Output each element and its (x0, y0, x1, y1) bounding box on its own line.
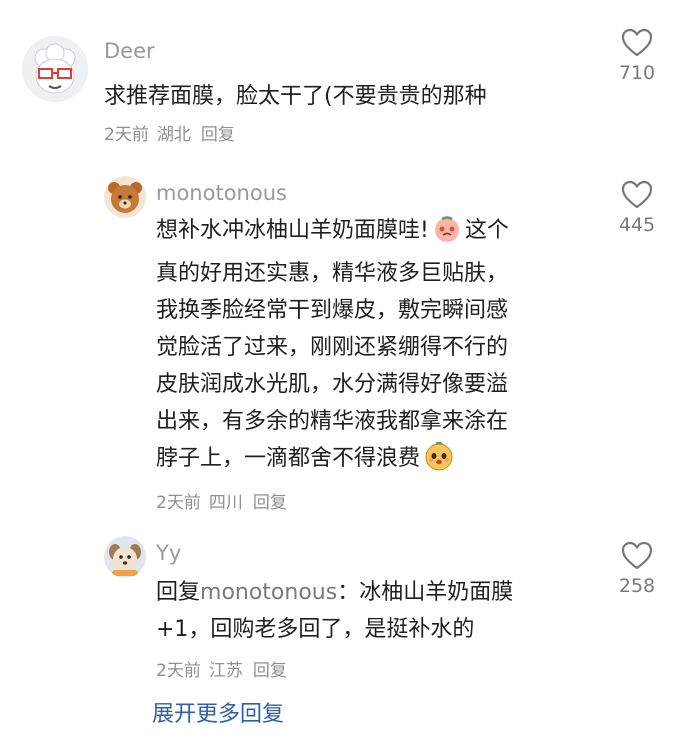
tearful-emoji-icon (424, 441, 454, 483)
comment-text-line: 想补水冲冰柚山羊奶面膜哇! (156, 218, 429, 243)
reply-button[interactable]: 回复 (201, 125, 235, 145)
comment-text: 回复monotonous：冰柚山羊奶面膜 +1，回购老多回了，是挺补水的 (156, 574, 576, 648)
comment-time: 2天前 (156, 493, 201, 513)
avatar[interactable] (104, 536, 146, 578)
sheep-avatar-icon (22, 36, 88, 102)
avatar[interactable] (104, 176, 146, 218)
avatar[interactable] (22, 36, 88, 102)
comment-time: 2天前 (104, 125, 149, 145)
comment-text: 想补水冲冰柚山羊奶面膜哇! 这个 真的好用还实惠，精华液多巨贴肤， 我换季脸经常干… (156, 212, 576, 483)
comment-time: 2天前 (156, 661, 201, 681)
heart-outline-icon (621, 541, 653, 570)
comment-meta: 2天前 四川 回复 (156, 488, 295, 513)
like-count: 710 (618, 62, 656, 84)
puppy-avatar-icon (104, 536, 146, 578)
comment-text-line: 皮肤润成水光肌，水分满得好像要溢 (156, 372, 509, 397)
reply-to-username[interactable]: monotonous (200, 580, 337, 605)
comment-username[interactable]: monotonous (156, 181, 287, 205)
reply-button[interactable]: 回复 (253, 661, 287, 681)
like-button[interactable]: 445 (615, 180, 659, 236)
heart-outline-icon (621, 28, 653, 57)
comment-meta: 2天前 湖北 回复 (104, 120, 243, 145)
blushing-emoji-icon (433, 215, 461, 255)
like-count: 258 (618, 575, 656, 597)
like-count: 445 (618, 214, 656, 236)
comment-location: 江苏 (208, 661, 243, 681)
comment-text-line: 脖子上，一滴都舍不得浪费 (156, 446, 421, 471)
comment-username[interactable]: Deer (104, 39, 155, 63)
comment-text-line: 觉脸活了过来，刚刚还紧绷得不行的 (156, 335, 509, 360)
heart-outline-icon (621, 180, 653, 209)
like-button[interactable]: 710 (615, 28, 659, 84)
comment-location: 四川 (208, 493, 243, 513)
reply-button[interactable]: 回复 (253, 493, 287, 513)
reply-prefix: 回复 (156, 580, 201, 605)
comment-text-line: 出来，有多余的精华液我都拿来涂在 (156, 409, 509, 434)
bear-avatar-icon (104, 176, 146, 218)
comment-username[interactable]: Yy (156, 541, 181, 565)
comment-text-line: 我换季脸经常干到爆皮，敷完瞬间感 (156, 298, 509, 323)
comment-text-line: +1，回购老多回了，是挺补水的 (156, 617, 475, 642)
comment-text-line: 真的好用还实惠，精华液多巨贴肤， (156, 261, 509, 286)
expand-more-replies-link[interactable]: 展开更多回复 (152, 696, 284, 728)
like-button[interactable]: 258 (615, 541, 659, 597)
comment-text: 求推荐面膜，脸太干了(不要贵贵的那种 (104, 84, 487, 109)
comment-text-line: ：冰柚山羊奶面膜 (337, 580, 514, 605)
comment-meta: 2天前 江苏 回复 (156, 656, 295, 681)
comment-text-line: 这个 (464, 218, 509, 243)
comment-location: 湖北 (156, 125, 191, 145)
